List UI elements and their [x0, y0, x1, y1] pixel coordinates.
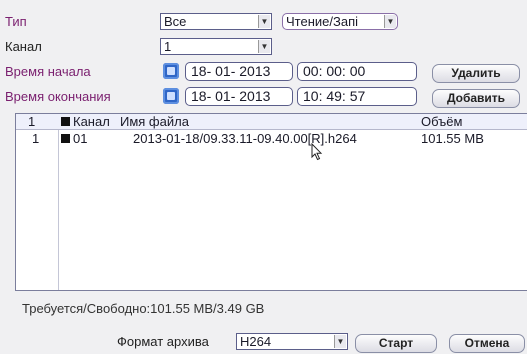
- start-date-field[interactable]: 18- 01- 2013: [185, 62, 293, 81]
- start-time-field[interactable]: 00: 00: 00: [297, 62, 417, 81]
- checkbox-icon[interactable]: [61, 117, 70, 126]
- header-size[interactable]: Объём: [421, 114, 462, 129]
- channel-select[interactable]: 1 ▼: [160, 38, 272, 55]
- type-select[interactable]: Все ▼: [160, 13, 272, 30]
- file-list-header: 1 Канал Имя файла Объём: [16, 114, 527, 130]
- row-num: 1: [32, 131, 40, 146]
- mouse-cursor-icon: [311, 143, 323, 161]
- storage-status: Требуется/Свободно:101.55 MB/3.49 GB: [22, 301, 265, 316]
- chevron-down-icon: ▼: [334, 335, 346, 348]
- mode-select[interactable]: Чтение/Запі ▼: [282, 13, 398, 30]
- archive-format-select[interactable]: H264 ▼: [236, 333, 348, 350]
- chevron-down-icon: ▼: [384, 15, 396, 28]
- archive-format-value: H264: [240, 334, 272, 349]
- header-channel-text: Канал: [73, 114, 110, 129]
- chevron-down-icon: ▼: [258, 15, 270, 28]
- mode-select-value: Чтение/Запі: [286, 14, 358, 29]
- header-filename[interactable]: Имя файла: [120, 114, 189, 129]
- checkbox-icon[interactable]: [61, 134, 70, 143]
- header-num: 1: [28, 114, 36, 129]
- row-size: 101.55 MB: [421, 131, 484, 146]
- row-channel-text: 01: [73, 131, 88, 146]
- archive-format-label: Формат архива: [117, 334, 209, 349]
- cancel-button[interactable]: Отмена: [449, 334, 525, 353]
- start-time-label: Время начала: [5, 64, 91, 79]
- end-time-field[interactable]: 10: 49: 57: [297, 87, 417, 106]
- start-button[interactable]: Старт: [355, 334, 437, 353]
- end-time-label: Время окончания: [5, 89, 111, 104]
- file-list[interactable]: 1 Канал Имя файла Объём 1 01 2013-01-18/…: [15, 113, 527, 291]
- calendar-icon[interactable]: [163, 88, 179, 104]
- channel-select-value: 1: [164, 39, 172, 54]
- type-label: Тип: [5, 14, 27, 29]
- row-channel: 01: [61, 131, 87, 146]
- add-button[interactable]: Добавить: [432, 89, 520, 108]
- table-row[interactable]: 1 01 2013-01-18/09.33.11-09.40.00[R].h26…: [16, 131, 527, 146]
- end-date-field[interactable]: 18- 01- 2013: [185, 87, 293, 106]
- calendar-icon[interactable]: [163, 63, 179, 79]
- delete-button[interactable]: Удалить: [432, 64, 520, 83]
- chevron-down-icon: ▼: [258, 40, 270, 53]
- row-filename: 2013-01-18/09.33.11-09.40.00[R].h264: [133, 131, 357, 146]
- header-channel[interactable]: Канал: [61, 114, 110, 129]
- type-select-value: Все: [164, 14, 187, 29]
- channel-label: Канал: [5, 39, 42, 54]
